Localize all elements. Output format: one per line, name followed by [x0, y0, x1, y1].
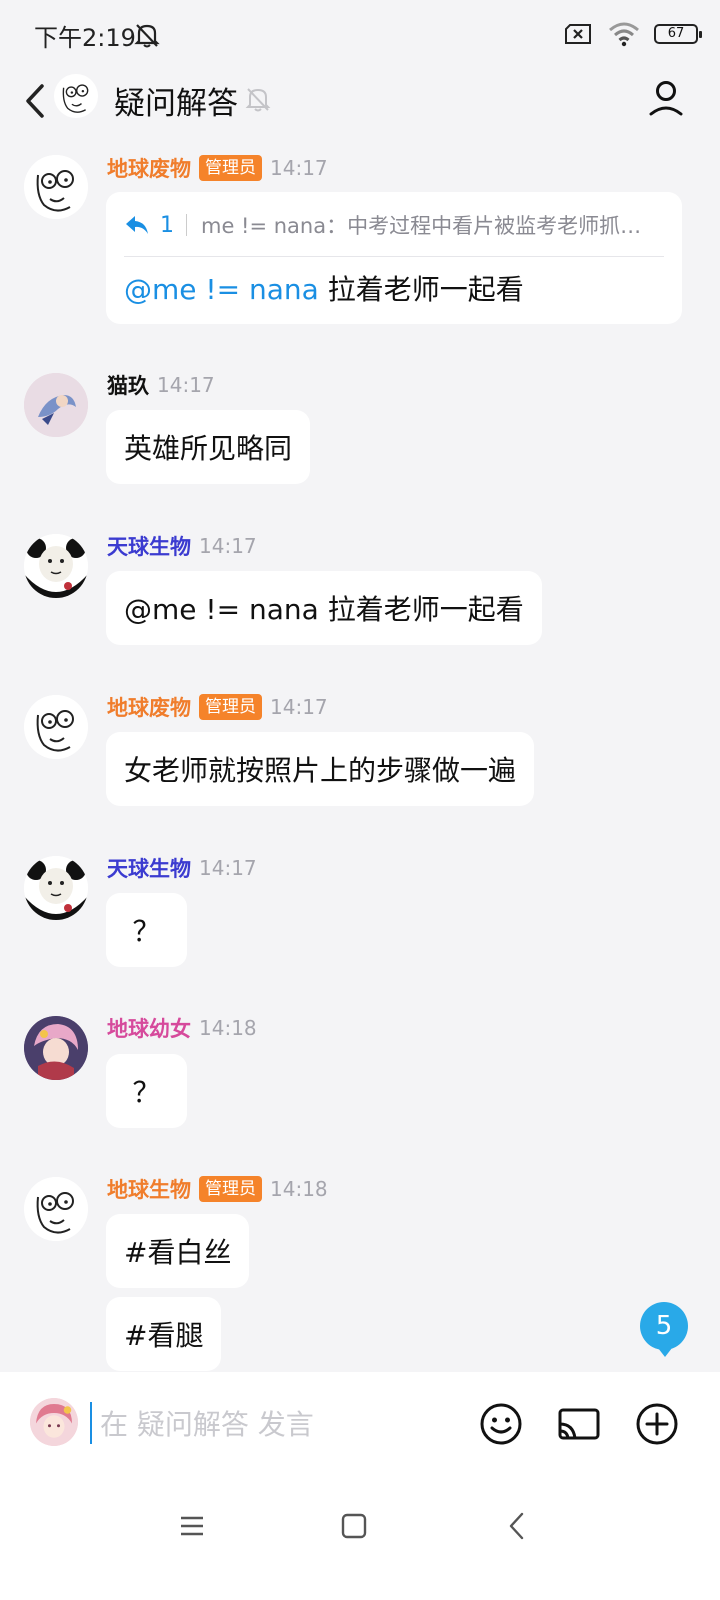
message-meta: 地球废物 管理员 14:17	[107, 693, 328, 721]
sender-name[interactable]: 天球生物	[107, 531, 191, 561]
nav-back-icon	[509, 1512, 524, 1540]
page-title: 疑问解答	[114, 86, 238, 122]
wifi-icon	[609, 22, 639, 47]
sender-avatar[interactable]	[24, 1016, 88, 1080]
sender-avatar[interactable]	[24, 373, 88, 437]
profile-icon	[649, 81, 683, 116]
message-time: 14:17	[157, 373, 215, 397]
sender-name[interactable]: 地球幼女	[107, 1013, 191, 1043]
quote-text: me != nana：中考过程中看片被监考老师抓…	[201, 214, 642, 238]
message-text-body: 拉着老师一起看	[318, 273, 524, 306]
sender-name[interactable]: 地球生物	[107, 1174, 191, 1204]
sender-name[interactable]: 地球废物	[107, 692, 191, 722]
message-text: @me != nana 拉着老师一起看	[124, 593, 524, 626]
sender-avatar[interactable]	[24, 155, 88, 219]
sender-avatar[interactable]	[24, 534, 88, 598]
message-meta: 地球幼女 14:18	[107, 1014, 257, 1042]
system-nav-bar	[0, 1474, 720, 1600]
admin-badge: 管理员	[199, 1176, 262, 1202]
emoji-icon	[480, 1403, 522, 1445]
message-time: 14:17	[199, 534, 257, 558]
message-text: #看白丝	[124, 1236, 232, 1269]
home-button[interactable]	[334, 1506, 374, 1546]
reply-arrow-icon	[126, 216, 148, 234]
quote-count: 1	[160, 212, 174, 238]
anime-girl-avatar	[30, 1398, 78, 1446]
group-avatar[interactable]	[54, 74, 98, 118]
admin-badge: 管理员	[199, 694, 262, 720]
menu-button[interactable]	[172, 1506, 212, 1546]
unread-count-badge[interactable]: 5	[640, 1302, 688, 1357]
message-time: 14:17	[199, 856, 257, 880]
back-arrow-icon	[26, 84, 44, 118]
sender-avatar[interactable]	[24, 856, 88, 920]
message-time: 14:17	[270, 695, 328, 719]
my-avatar[interactable]	[30, 1398, 78, 1446]
bell-off-icon	[134, 24, 160, 48]
troll-face-avatar	[54, 74, 98, 118]
message-time: 14:17	[270, 156, 328, 180]
sender-name[interactable]: 猫玖	[107, 370, 149, 400]
nav-back-button[interactable]	[498, 1506, 538, 1546]
quoted-message[interactable]: 1 me != nana：中考过程中看片被监考老师抓…	[124, 208, 664, 242]
message-text: #看腿	[124, 1319, 204, 1352]
message-time: 14:18	[270, 1177, 328, 1201]
quote-separator	[186, 214, 187, 236]
admin-badge: 管理员	[199, 155, 262, 181]
message-time: 14:18	[199, 1016, 257, 1040]
message-meta: 地球生物 管理员 14:18	[107, 1175, 328, 1203]
text-cursor	[90, 1402, 92, 1444]
cast-icon	[558, 1408, 600, 1440]
divider	[124, 256, 664, 257]
message-bubble[interactable]: ？	[106, 1054, 187, 1128]
sim-missing-icon	[565, 24, 591, 44]
emoji-button[interactable]	[479, 1402, 523, 1446]
message-meta: 地球废物 管理员 14:17	[107, 154, 328, 182]
message-bubble[interactable]: 英雄所见略同	[106, 410, 311, 484]
status-icons: 67	[564, 18, 702, 50]
home-square-icon	[341, 1513, 367, 1539]
message-text: 英雄所见略同	[124, 432, 293, 465]
message-input-bar	[0, 1372, 720, 1475]
message-text: ？	[132, 1076, 161, 1109]
message-text: ？	[132, 915, 161, 948]
plus-circle-icon	[636, 1403, 678, 1445]
troll-face-avatar	[24, 155, 88, 219]
message-bubble[interactable]: ？	[106, 893, 187, 967]
status-bar: 下午2:19 67	[0, 0, 720, 66]
message-bubble[interactable]: #看腿	[106, 1297, 222, 1371]
sender-name[interactable]: 地球废物	[107, 153, 191, 183]
sender-name[interactable]: 天球生物	[107, 853, 191, 883]
group-info-button[interactable]	[648, 78, 684, 118]
more-button[interactable]	[635, 1402, 679, 1446]
sender-avatar[interactable]	[24, 1177, 88, 1241]
message-meta: 天球生物 14:17	[107, 532, 257, 560]
troll-face-avatar	[24, 1177, 88, 1241]
unread-count: 5	[655, 1311, 673, 1341]
battery-indicator: 67	[654, 24, 702, 44]
reply-message-bubble[interactable]: 1 me != nana：中考过程中看片被监考老师抓… @me != nana …	[106, 192, 682, 324]
message-bubble[interactable]: #看白丝	[106, 1214, 250, 1288]
mention[interactable]: @me != nana	[124, 273, 319, 306]
back-button[interactable]	[20, 82, 50, 120]
message-bubble[interactable]: 女老师就按照片上的步骤做一遍	[106, 732, 535, 806]
message-meta: 猫玖 14:17	[107, 371, 215, 399]
status-time: 下午2:19	[34, 24, 136, 52]
message-input[interactable]	[98, 1400, 462, 1448]
sender-avatar[interactable]	[24, 695, 88, 759]
panda-meme-avatar	[24, 856, 88, 920]
message-meta: 天球生物 14:17	[107, 854, 257, 882]
panda-meme-avatar	[24, 534, 88, 598]
menu-icon	[181, 1516, 203, 1536]
cast-button[interactable]	[557, 1402, 601, 1446]
message-text: 女老师就按照片上的步骤做一遍	[124, 754, 517, 787]
mute-bell-icon	[245, 88, 271, 112]
troll-face-avatar	[24, 695, 88, 759]
message-text: @me != nana 拉着老师一起看	[124, 268, 524, 306]
anime-girl-avatar	[24, 1016, 88, 1080]
message-bubble[interactable]: @me != nana 拉着老师一起看	[106, 571, 542, 645]
anime-avatar	[24, 373, 88, 437]
